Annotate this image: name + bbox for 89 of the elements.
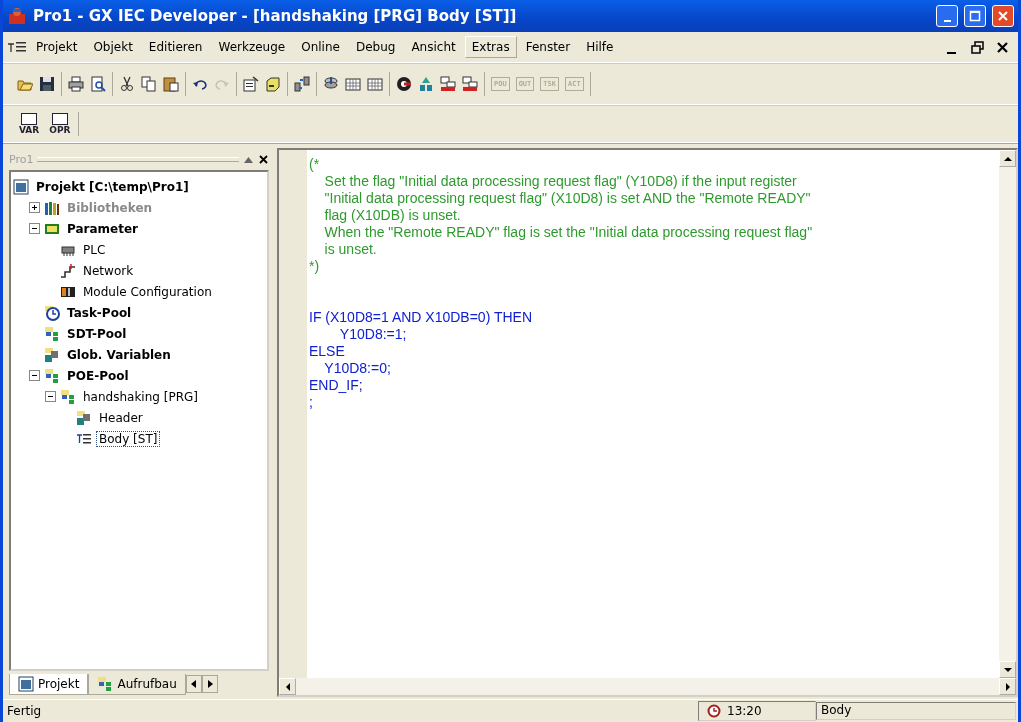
close-icon xyxy=(997,10,1009,22)
close-icon xyxy=(258,153,269,165)
minimize-icon xyxy=(943,20,951,22)
project-icon xyxy=(13,178,29,195)
collapse-toggle-icon[interactable] xyxy=(45,391,56,402)
menu-item[interactable]: Ansicht xyxy=(404,36,463,58)
printer-icon[interactable] xyxy=(68,76,84,92)
stack-icon[interactable] xyxy=(323,76,339,92)
menu-item[interactable]: Extras xyxy=(464,36,517,58)
code-comment: flag (X10DB) is unset. xyxy=(323,207,461,223)
clipboard-icon[interactable] xyxy=(163,76,179,92)
c-circle-icon[interactable] xyxy=(396,76,412,92)
expand-toggle-icon[interactable] xyxy=(29,202,40,213)
blocks-icon xyxy=(97,675,114,692)
collapse-toggle-icon[interactable] xyxy=(29,223,40,234)
project-icon xyxy=(18,675,34,692)
tree-item[interactable]: handshaking [PRG] xyxy=(80,388,201,405)
code-line: Y10D8:=1; xyxy=(338,326,407,342)
network-icon xyxy=(60,262,76,279)
code-line: ; xyxy=(309,394,313,410)
transfer-icon[interactable] xyxy=(294,76,310,92)
menu-item[interactable]: Objekt xyxy=(86,36,140,58)
cubes-icon xyxy=(76,409,92,426)
code-comment: (* xyxy=(309,156,320,172)
toolbar-button[interactable]: VAR xyxy=(17,113,42,135)
menu-item[interactable]: Fenster xyxy=(518,36,578,58)
books-icon xyxy=(44,199,60,216)
tree-item[interactable]: POE-Pool xyxy=(64,367,132,384)
maximize-button[interactable] xyxy=(964,5,986,27)
app-logo-icon xyxy=(7,6,27,26)
panel-tab[interactable]: Projekt xyxy=(9,673,89,695)
tree-item[interactable]: PLC xyxy=(80,241,109,258)
tree-item[interactable]: Projekt [C:\temp\Pro1] xyxy=(33,178,192,195)
up-arrow-icon xyxy=(1003,154,1012,163)
status-message: Fertig xyxy=(6,704,43,718)
code-comment: "Initial data processing request flag" (X10D8) is set AND the "Remote READY" xyxy=(323,190,811,206)
menu-item[interactable]: Debug xyxy=(348,36,403,58)
tree-item[interactable]: SDT-Pool xyxy=(64,325,130,342)
left-arrow-icon xyxy=(190,680,197,688)
status-section: Body xyxy=(816,702,1016,720)
blocks-icon xyxy=(44,367,60,384)
tree-item[interactable]: Module Configuration xyxy=(80,283,215,300)
clock-icon xyxy=(707,704,721,718)
right-arrow-icon xyxy=(1003,682,1012,691)
code-comment: *) xyxy=(309,258,320,274)
code-line: ELSE xyxy=(309,343,345,359)
menu-item[interactable]: Online xyxy=(294,36,347,58)
maximize-icon xyxy=(969,10,981,22)
clock-icon xyxy=(44,304,60,321)
menu-item[interactable]: Hilfe xyxy=(579,36,621,58)
menu-item[interactable]: Editieren xyxy=(141,36,210,58)
print-preview-icon[interactable] xyxy=(90,76,106,92)
blocks-icon xyxy=(60,388,76,405)
scroll-up-button[interactable] xyxy=(999,150,1016,167)
copy-icon[interactable] xyxy=(141,76,157,92)
grid-icon[interactable] xyxy=(345,76,361,92)
status-time: 13:20 xyxy=(727,704,762,718)
st-editor-icon xyxy=(7,40,27,54)
menu-item[interactable]: Projekt xyxy=(29,36,85,58)
code-line: END_IF; xyxy=(309,377,363,393)
code-comment: is unset. xyxy=(323,241,377,257)
collapse-toggle-icon[interactable] xyxy=(29,370,40,381)
tree-item[interactable]: Parameter xyxy=(64,220,142,237)
tree-item[interactable]: Glob. Variablen xyxy=(64,346,174,363)
code-comment: When the "Remote READY" flag is set the "Initial data processing request flag" xyxy=(323,224,813,240)
close-button[interactable] xyxy=(995,39,1010,55)
menu-item[interactable]: Werkzeuge xyxy=(211,36,293,58)
blocks-icon xyxy=(44,325,60,342)
grid-icon[interactable] xyxy=(367,76,383,92)
properties-icon[interactable] xyxy=(243,76,259,92)
code-line: Y10D8:=0; xyxy=(323,360,391,376)
restore-button[interactable] xyxy=(970,39,985,55)
module-icon[interactable] xyxy=(462,76,478,92)
cubes-icon xyxy=(44,346,60,363)
code-line: IF (X10D8=1 AND X10DB=0) THEN xyxy=(309,309,533,325)
tree-item[interactable]: Body [ST] xyxy=(96,430,161,447)
toolbar-button[interactable]: OPR xyxy=(47,113,73,135)
window-title: Pro1 - GX IEC Developer - [handshaking [PRG] Body [ST]] xyxy=(33,7,518,25)
tree-item[interactable]: Network xyxy=(80,262,137,279)
tree-item[interactable]: Header xyxy=(96,409,146,426)
panel-title: Pro1 xyxy=(9,152,34,166)
down-arrow-icon xyxy=(1003,665,1012,674)
module-icon[interactable] xyxy=(440,76,456,92)
scissors-icon[interactable] xyxy=(119,76,135,92)
tree-item[interactable]: Task-Pool xyxy=(64,304,135,321)
code-comment: Set the flag "Initial data processing request flag" (Y10D8) if the input register xyxy=(323,173,797,189)
panel-tab[interactable]: Aufrufbau xyxy=(88,673,186,695)
right-arrow-icon xyxy=(206,680,213,688)
scroll-down-button[interactable] xyxy=(999,661,1016,678)
